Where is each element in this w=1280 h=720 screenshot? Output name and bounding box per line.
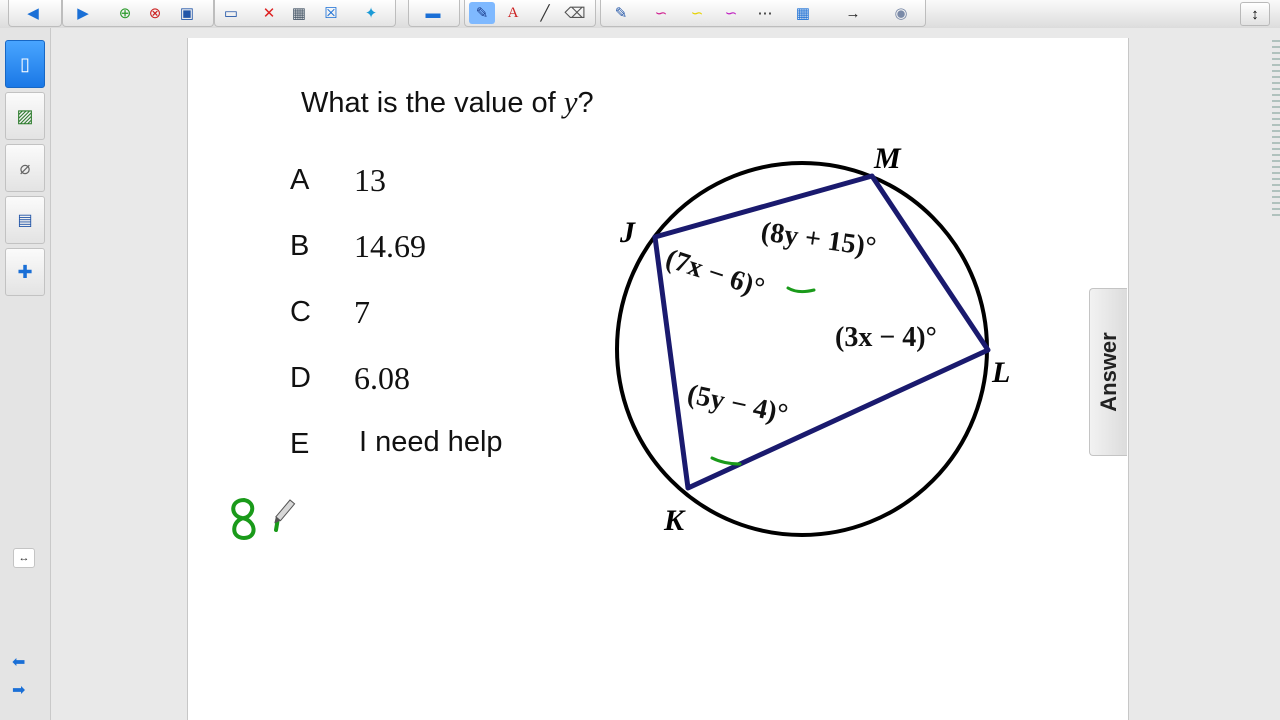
toolbar: ◀ ▶ ⊕ ⊗ ▣ ▭ ✕ ▦ ☒ ✦ ▬ ✎ A ╱ ⌫ ✎ ∽ ∽ ∽ ⋯ … [0, 0, 1280, 29]
back-icon[interactable]: ◀ [23, 3, 43, 23]
nav-group: ◀ [8, 0, 62, 27]
paperclip-icon: ⌀ [19, 157, 31, 178]
properties-tab-icon: ▤ [17, 212, 33, 229]
text-tool-icon[interactable]: A [503, 3, 523, 23]
display-group: ▬ [408, 0, 460, 27]
attachments-tab[interactable]: ⌀ [5, 144, 45, 192]
pen-styles-group: ✎ ∽ ∽ ∽ ⋯ ▦ → ◉ [600, 0, 926, 27]
answer-tab[interactable]: Answer [1089, 288, 1127, 456]
angle-label-l: (3x − 4)° [835, 322, 937, 353]
choice-e-letter[interactable]: E [290, 428, 309, 461]
answer-tab-label: Answer [1095, 332, 1121, 412]
angle-label-j: (7x − 6)° [662, 243, 768, 304]
vertex-label-l: L [991, 356, 1010, 389]
choice-d-value[interactable]: 6.08 [354, 360, 410, 397]
workspace-gutter [51, 28, 187, 720]
question-text: What is the value of y? [301, 84, 594, 120]
scrollbar[interactable] [1272, 40, 1280, 220]
delete-icon[interactable]: ✕ [259, 3, 279, 23]
vertex-label-k: K [663, 504, 686, 537]
line-style-icon[interactable]: → [843, 3, 863, 23]
question-variable: y [563, 84, 578, 119]
puzzle-icon: ✚ [17, 261, 33, 282]
line-tool-icon[interactable]: ╱ [535, 3, 555, 23]
pen-cursor-icon [274, 499, 296, 524]
gallery-tab[interactable]: ▨ [5, 92, 45, 140]
color-palette-icon[interactable]: ▦ [793, 3, 813, 23]
move-left-icon[interactable]: ⬅ [12, 652, 25, 672]
choice-b-value[interactable]: 14.69 [354, 228, 426, 265]
pen-style-pink-icon[interactable]: ∽ [651, 3, 671, 23]
toolbar-move-icon[interactable]: ↕ [1240, 2, 1270, 26]
pen-icon[interactable]: ✎ [611, 3, 631, 23]
ink-underline-8y [786, 286, 816, 294]
tools-group: ✎ A ╱ ⌫ [464, 0, 596, 27]
question-suffix: ? [577, 87, 594, 119]
add-page-icon[interactable]: ⊕ [115, 3, 135, 23]
side-tabs: ▯ ▨ ⌀ ▤ ✚ ↔ ⬅ ➡ [0, 28, 51, 720]
page-sorter-tab[interactable]: ▯ [5, 40, 45, 88]
screen-icon[interactable]: ▭ [221, 3, 241, 23]
table-icon[interactable]: ▦ [289, 3, 309, 23]
angle-label-m: (8y + 15)° [759, 216, 878, 263]
handwriting-ink: 8 [231, 497, 296, 541]
whiteboard-page[interactable]: What is the value of y? A 13 B 14.69 C 7… [187, 38, 1129, 720]
page-group: ▶ ⊕ ⊗ ▣ [62, 0, 214, 27]
angle-label-k: (5y − 4)° [685, 379, 791, 430]
vertex-label-j: J [619, 216, 636, 249]
choice-d-letter[interactable]: D [290, 362, 311, 395]
choice-c-value[interactable]: 7 [354, 294, 370, 331]
choice-a-value[interactable]: 13 [354, 162, 386, 199]
page-icon: ▯ [20, 53, 30, 74]
choice-c-letter[interactable]: C [290, 296, 311, 329]
addons-tab[interactable]: ✚ [5, 248, 45, 296]
close-box-icon[interactable]: ☒ [321, 3, 341, 23]
vertex-label-m: M [873, 142, 902, 175]
properties-icon[interactable]: ◉ [891, 3, 911, 23]
pen-style-dashed-icon[interactable]: ⋯ [755, 3, 775, 23]
save-icon[interactable]: ▣ [177, 3, 197, 23]
eraser-icon[interactable]: ⌫ [564, 3, 585, 23]
display-icon[interactable]: ▬ [423, 3, 443, 23]
choice-e-value[interactable]: I need help [359, 426, 503, 459]
move-right-icon[interactable]: ➡ [12, 680, 25, 700]
pen-style-yellow-icon[interactable]: ∽ [687, 3, 707, 23]
properties-tab[interactable]: ▤ [5, 196, 45, 244]
choice-b-letter[interactable]: B [290, 230, 309, 263]
question-prefix: What is the value of [301, 87, 564, 119]
choice-a-letter[interactable]: A [290, 164, 309, 197]
gallery-icon: ▨ [16, 105, 34, 126]
page-top-margin [187, 28, 1127, 38]
right-margin [1127, 28, 1280, 720]
ink-underline-5y [710, 456, 742, 466]
pen-style-magenta-icon[interactable]: ∽ [721, 3, 741, 23]
inscribed-quadrilateral-diagram: J M L K (8y + 15)° (7x − 6)° (3x − 4)° (… [615, 142, 1010, 537]
pen-tool-icon[interactable]: ✎ [469, 2, 495, 24]
forward-icon[interactable]: ▶ [73, 3, 93, 23]
auto-hide-icon[interactable]: ↔ [13, 548, 35, 568]
addons-icon[interactable]: ✦ [361, 3, 381, 23]
ink-digit-stroke [231, 497, 256, 541]
delete-page-icon[interactable]: ⊗ [145, 3, 165, 23]
edit-group: ▭ ✕ ▦ ☒ ✦ [214, 0, 396, 27]
